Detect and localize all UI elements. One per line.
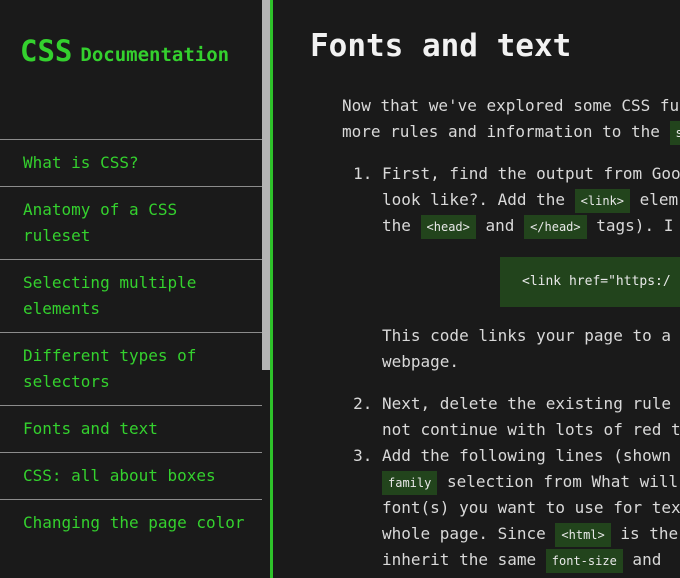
- step-3-line-3: font(s) you want to use for tex: [382, 498, 680, 517]
- intro-paragraph: Now that we've explored some CSS fur more…: [342, 93, 680, 145]
- step-1-line-2: look like?. Add the <link> elem: [382, 187, 680, 213]
- site-title-documentation: Documentation: [80, 44, 230, 66]
- step-1-explanation: This code links your page to a webpage.: [382, 323, 680, 375]
- step-2-line-2: not continue with lots of red t: [382, 420, 680, 439]
- step-3-line-1: Add the following lines (shown: [382, 446, 671, 465]
- site-title-css: CSS: [20, 34, 73, 68]
- sidebar-item-changing-the-page-color[interactable]: Changing the page color: [0, 499, 262, 546]
- inline-code-head: <head>: [420, 215, 476, 239]
- step-1-line-3-and: and: [475, 216, 525, 235]
- intro-line-2: more rules and information to the: [342, 122, 670, 141]
- step-3-line-2-text: selection from What will: [437, 472, 679, 491]
- sidebar-item-css-all-about-boxes[interactable]: CSS: all about boxes: [0, 452, 262, 499]
- inline-code-font-size: font-size: [545, 549, 623, 573]
- article-body: Now that we've explored some CSS fur more…: [342, 93, 680, 573]
- sidebar: CSS Documentation What is CSS? Anatomy of…: [0, 0, 262, 578]
- inline-code-link: <link>: [574, 189, 631, 213]
- steps-list: First, find the output from Goo look lik…: [342, 161, 680, 573]
- step-3-line-4: whole page. Since <html> is the: [382, 521, 680, 547]
- sidebar-scrollbar-thumb[interactable]: [262, 0, 270, 370]
- step-1-line-3-rest: tags). I: [586, 216, 674, 235]
- step-1-line-2-text: look like?. Add the: [382, 190, 575, 209]
- step-1-line-1: First, find the output from Goo: [382, 164, 680, 183]
- step-3-line-4-rest: is the: [610, 524, 679, 543]
- sidebar-item-anatomy-of-a-css-ruleset[interactable]: Anatomy of a CSS ruleset: [0, 186, 262, 259]
- step-3-line-4-text: whole page. Since: [382, 524, 556, 543]
- step-1-explanation-line-1: This code links your page to a: [382, 326, 671, 345]
- step-2-line-1: Next, delete the existing rule: [382, 394, 671, 413]
- step-1-line-3: the <head> and </head> tags). I: [382, 213, 680, 239]
- step-3-line-5-text: inherit the same: [382, 550, 546, 569]
- step-1-line-2-rest: elem: [630, 190, 679, 209]
- app-window: CSS Documentation What is CSS? Anatomy of…: [0, 0, 680, 578]
- code-block: <link href="https:/: [500, 257, 680, 307]
- list-item-step-1: First, find the output from Goo look lik…: [382, 161, 680, 375]
- inline-code-head-close: </head>: [524, 215, 587, 239]
- step-3-line-5: inherit the same font-size and: [382, 547, 680, 573]
- page-title: Fonts and text: [310, 28, 572, 64]
- sidebar-scrollbar[interactable]: [262, 0, 270, 578]
- step-3-line-5-rest: and: [622, 550, 662, 569]
- sidebar-item-what-is-css[interactable]: What is CSS?: [0, 139, 262, 186]
- sidebar-nav: What is CSS? Anatomy of a CSS ruleset Se…: [0, 139, 262, 546]
- main-content: Fonts and text Now that we've explored s…: [273, 0, 680, 578]
- step-3-line-2: family selection from What will: [382, 469, 680, 495]
- sidebar-item-fonts-and-text[interactable]: Fonts and text: [0, 405, 262, 452]
- step-1-explanation-line-2: webpage.: [382, 352, 460, 371]
- list-item-step-3: Add the following lines (shown family se…: [382, 443, 680, 573]
- inline-code: s: [669, 121, 680, 145]
- site-title[interactable]: CSS Documentation: [20, 34, 229, 68]
- sidebar-item-selecting-multiple-elements[interactable]: Selecting multiple elements: [0, 259, 262, 332]
- inline-code-html: <html>: [555, 523, 611, 547]
- intro-line-1: Now that we've explored some CSS fur: [342, 96, 680, 115]
- sidebar-item-different-types-of-selectors[interactable]: Different types of selectors: [0, 332, 262, 405]
- inline-code-family: family: [382, 471, 438, 495]
- step-1-line-3-text: the: [382, 216, 421, 235]
- list-item-step-2: Next, delete the existing rule not conti…: [382, 391, 680, 443]
